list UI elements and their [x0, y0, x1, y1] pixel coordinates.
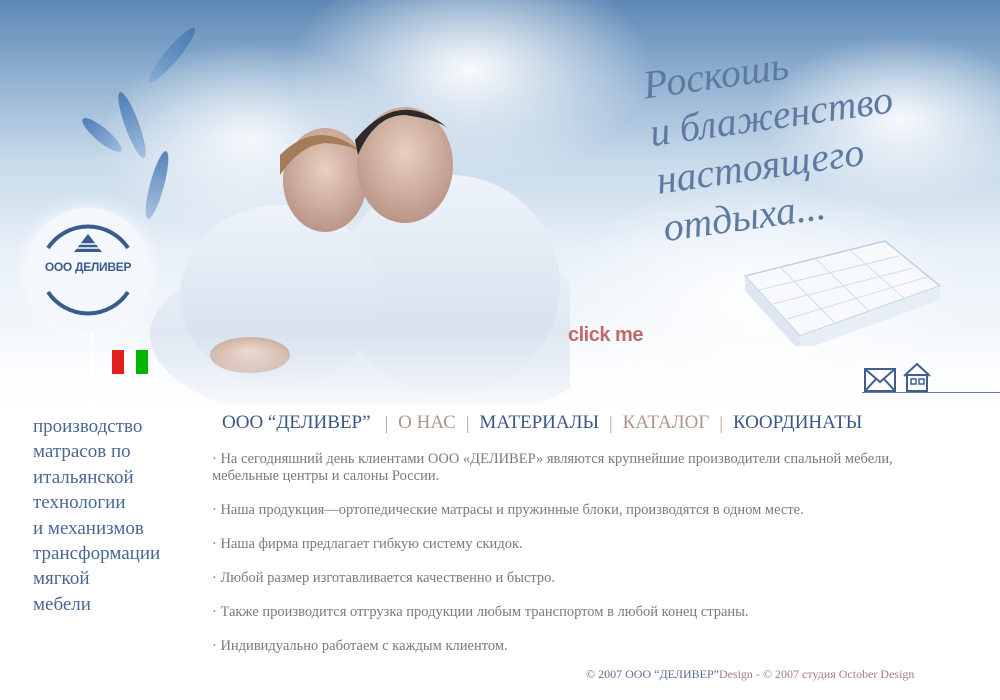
content-paragraph: · Индивидуально работаем с каждым клиент… — [212, 638, 508, 654]
nav-separator: | — [465, 412, 470, 433]
left-info-line: и механизмов — [33, 517, 144, 539]
footer-company: © 2007 ООО “ДЕЛИВЕР” — [586, 667, 719, 681]
nav-separator: | — [384, 412, 389, 433]
left-info-line: производство — [33, 416, 143, 437]
logo-triangle-icon — [70, 234, 106, 252]
content-paragraph: · Также производится отгрузка продукции … — [212, 604, 749, 620]
content-paragraph: · Наша продукция—ортопедические матрасы … — [212, 502, 804, 518]
footer-design: Design - — [718, 667, 763, 681]
logo-text: ООО ДЕЛИВЕР — [44, 260, 132, 274]
content-paragraph: · Любой размер изготавливается качествен… — [212, 570, 556, 586]
nav-separator: | — [719, 412, 723, 433]
footer-studio-link[interactable]: © 2007 студия October Design — [763, 667, 914, 681]
mail-icon[interactable] — [864, 368, 896, 392]
nav-separator: | — [609, 412, 613, 433]
content-paragraph: · На сегодняшний день клиентами ООО «ДЕЛ… — [212, 451, 893, 484]
italian-flag-icon — [112, 350, 148, 374]
click-me-link[interactable]: click me — [568, 324, 643, 347]
main-content: · На сегодняшний день клиентами ООО «ДЕЛ… — [212, 451, 932, 655]
left-info-line: трансформации — [33, 543, 161, 565]
left-info-line: матрасов по — [33, 441, 131, 463]
divider-line — [862, 392, 1000, 393]
left-info-line: мягкой — [33, 568, 90, 590]
footer-copyright: © 2007 ООО “ДЕЛИВЕР”Design - © 2007 студ… — [586, 667, 914, 682]
left-info-line: мебели — [33, 593, 91, 615]
nav-item-catalog[interactable]: КАТАЛОГ — [617, 412, 716, 434]
main-nav: ООО “ДЕЛИВЕР” | О НАС | МАТЕРИАЛЫ | КАТА… — [212, 410, 868, 436]
content-paragraph: · Наша фирма предлагает гибкую систему с… — [212, 536, 523, 552]
left-info-line: технологии — [33, 492, 126, 514]
left-info-text: производство матрасов по итальянской тех… — [33, 414, 193, 617]
nav-item-about[interactable]: О НАС — [392, 412, 462, 434]
home-icon[interactable] — [902, 362, 932, 392]
nav-item-contacts[interactable]: КООРДИНАТЫ — [727, 412, 868, 434]
nav-item-home[interactable]: ООО “ДЕЛИВЕР” — [212, 411, 381, 435]
company-logo[interactable]: ООО ДЕЛИВЕР — [26, 208, 150, 332]
mattress-image[interactable] — [735, 236, 945, 346]
left-info-line: итальянской — [33, 466, 134, 488]
nav-item-materials[interactable]: МАТЕРИАЛЫ — [473, 412, 605, 434]
